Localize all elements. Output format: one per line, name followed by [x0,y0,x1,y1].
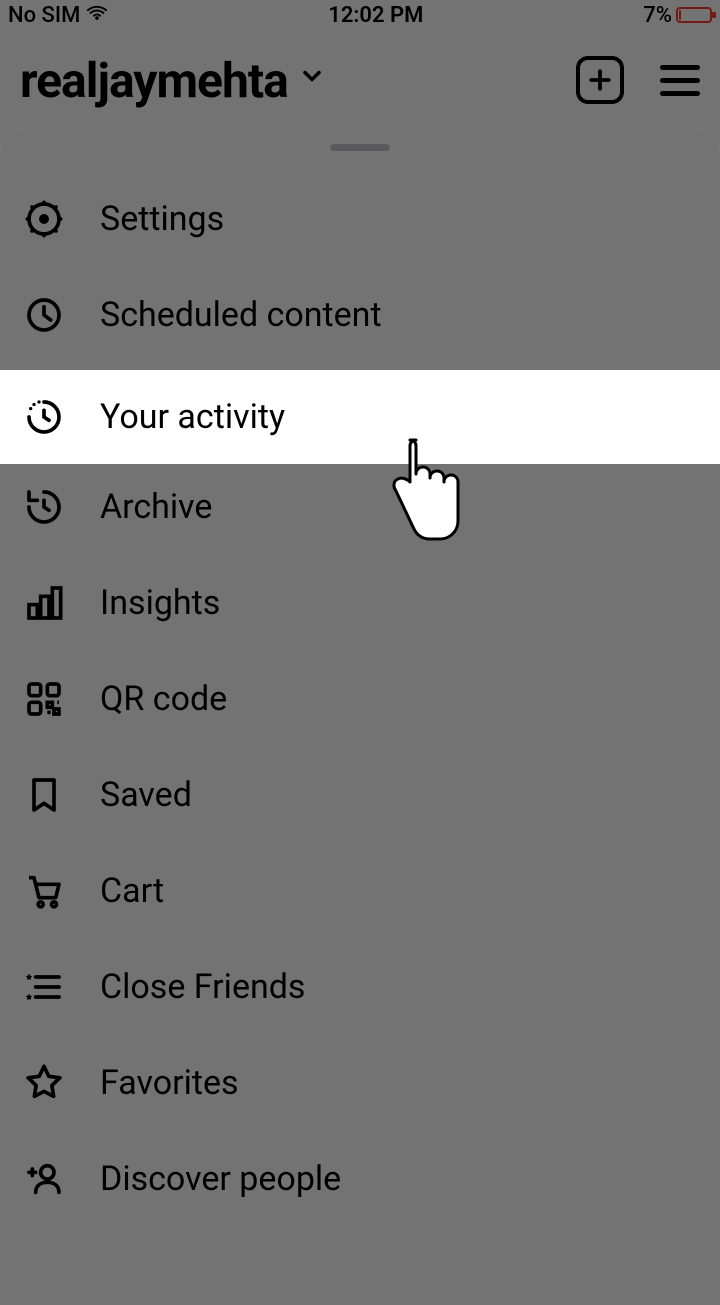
menu-item-scheduled-content[interactable]: Scheduled content [0,267,720,363]
menu-item-label: Archive [100,487,212,527]
qr-icon [22,677,66,721]
menu-item-settings[interactable]: Settings [0,171,720,267]
menu-item-label: Settings [100,199,224,239]
menu-item-label: Favorites [100,1063,239,1103]
bookmark-icon [22,773,66,817]
menu-item-label: Saved [100,775,192,815]
menu-item-qr-code[interactable]: QR code [0,651,720,747]
menu-bottom-sheet: Settings Scheduled content Your activity… [0,128,720,1305]
menu-item-insights[interactable]: Insights [0,555,720,651]
menu-item-close-friends[interactable]: Close Friends [0,939,720,1035]
sheet-grabber[interactable] [330,144,390,151]
star-icon [22,1061,66,1105]
settings-icon [22,197,66,241]
menu-item-label: Cart [100,871,164,911]
clock-icon [22,293,66,337]
menu-item-favorites[interactable]: Favorites [0,1035,720,1131]
menu-item-label: Your activity [100,397,285,437]
insights-icon [22,581,66,625]
archive-icon [22,485,66,529]
menu-item-discover-people[interactable]: Discover people [0,1131,720,1227]
close-friends-icon [22,965,66,1009]
menu-item-archive[interactable]: Archive [0,459,720,555]
menu-item-label: Insights [100,583,220,623]
menu-item-label: Scheduled content [100,295,382,335]
menu-item-cart[interactable]: Cart [0,843,720,939]
menu-item-label: QR code [100,679,227,719]
menu-item-your-activity-highlight[interactable]: Your activity [0,370,720,464]
menu-item-label: Close Friends [100,967,305,1007]
menu-item-saved[interactable]: Saved [0,747,720,843]
cart-icon [22,869,66,913]
activity-icon [22,395,66,439]
menu-item-label: Discover people [100,1159,341,1199]
discover-people-icon [22,1157,66,1201]
menu-list: Settings Scheduled content Your activity… [0,161,720,1227]
